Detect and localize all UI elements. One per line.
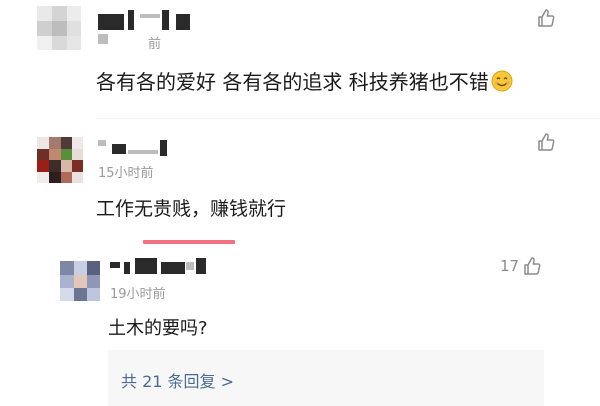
view-replies-link[interactable]: 共 21 条回复 >	[121, 368, 234, 392]
comment-section: 前 各有各的爱好 各有各的追求 科技养猪也不错 15小时前 工作无贵贱，赚钱就行…	[0, 0, 600, 406]
like-count: 17	[500, 257, 520, 275]
divider	[96, 118, 600, 119]
reply-text: 土木的要吗?	[108, 318, 208, 339]
like-button[interactable]: 17	[500, 256, 542, 276]
avatar[interactable]	[60, 261, 100, 301]
avatar[interactable]	[37, 6, 81, 50]
comment-timestamp: 前	[148, 37, 162, 52]
comment-text-body: 各有各的爱好 各有各的追求 科技养猪也不错	[96, 70, 489, 94]
reply-timestamp: 19小时前	[110, 287, 166, 302]
like-button[interactable]	[536, 132, 556, 152]
thumbs-up-outline-icon	[538, 9, 555, 27]
replies-bar[interactable]: 共 21 条回复 >	[108, 350, 544, 406]
comment-timestamp: 15小时前	[98, 166, 154, 181]
comment-text: 工作无贵贱，赚钱就行	[96, 198, 287, 220]
avatar[interactable]	[37, 137, 83, 183]
thumbs-up-outline-icon	[538, 133, 555, 151]
smiling-face-emoji-icon	[491, 70, 513, 97]
like-button[interactable]	[536, 8, 556, 28]
highlight-bar	[143, 240, 235, 244]
thumbs-up-outline-icon	[524, 257, 541, 275]
comment-text: 各有各的爱好 各有各的追求 科技养猪也不错	[96, 66, 513, 97]
